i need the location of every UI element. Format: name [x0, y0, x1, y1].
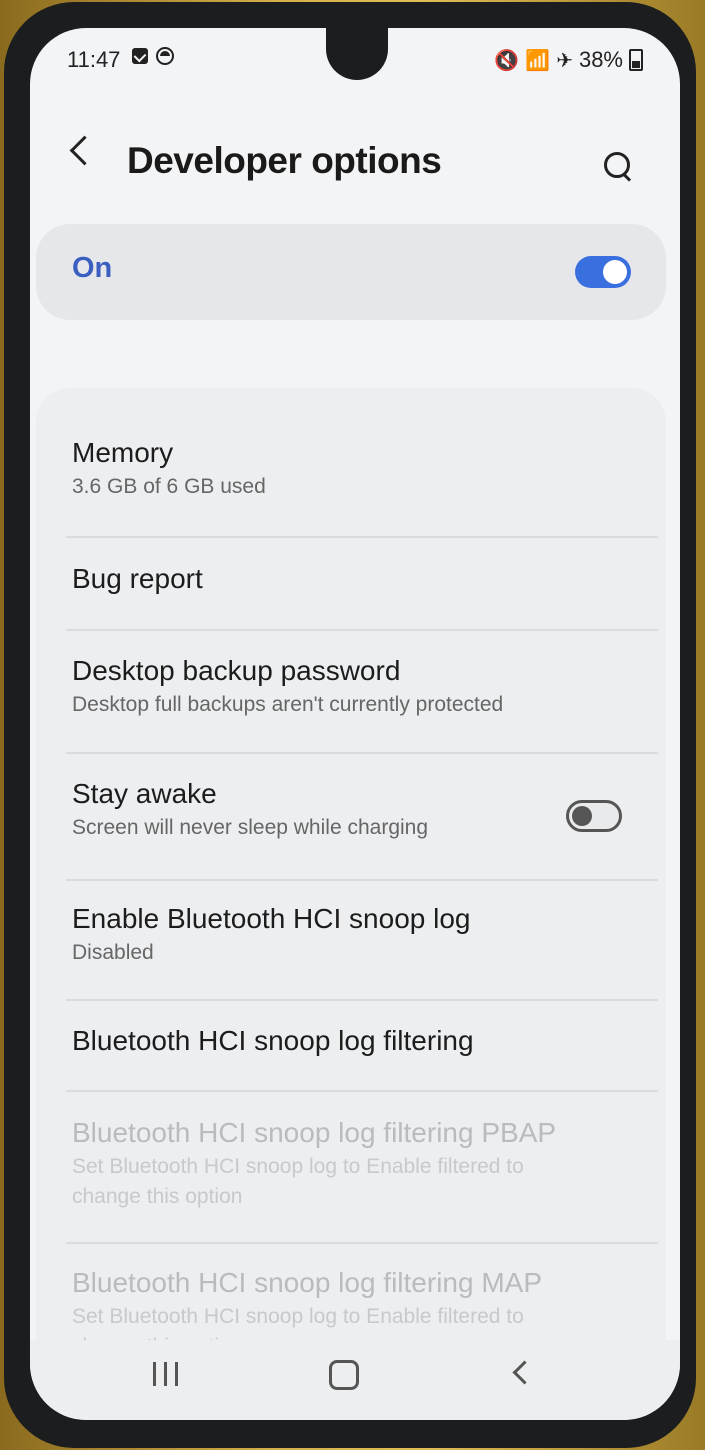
setting-title: Enable Bluetooth HCI snoop log — [72, 903, 471, 934]
stay-awake-toggle[interactable] — [566, 800, 622, 832]
notification-check-icon — [132, 48, 148, 64]
setting-title: Desktop backup password — [72, 655, 401, 686]
status-icons-right: 🔇 📶 ✈ 38% — [494, 47, 643, 73]
setting-bug-report[interactable]: Bug report — [72, 562, 656, 596]
setting-subtitle-line1: Set Bluetooth HCI snoop log to Enable fi… — [72, 1155, 524, 1178]
mute-icon: 🔇 — [494, 49, 520, 72]
divider — [66, 1090, 658, 1092]
setting-subtitle: 3.6 GB of 6 GB used — [72, 475, 266, 498]
setting-subtitle-line1: Set Bluetooth HCI snoop log to Enable fi… — [72, 1305, 524, 1328]
circle-notification-icon — [156, 47, 174, 65]
divider — [66, 629, 658, 631]
setting-title: Bug report — [72, 563, 203, 594]
status-time: 11:47 — [67, 47, 121, 72]
master-switch-label: On — [72, 252, 113, 284]
wifi-icon: 📶 — [525, 49, 551, 72]
recent-apps-icon[interactable] — [153, 1362, 178, 1386]
setting-desktop-backup-password[interactable]: Desktop backup password Desktop full bac… — [72, 654, 656, 720]
setting-subtitle: Disabled — [72, 941, 154, 964]
divider — [66, 752, 658, 754]
home-icon[interactable] — [329, 1360, 359, 1390]
setting-title: Bluetooth HCI snoop log filtering MAP — [72, 1267, 543, 1298]
status-icons-left — [132, 47, 174, 65]
divider — [66, 879, 658, 881]
setting-title: Memory — [72, 437, 174, 468]
battery-icon — [629, 49, 643, 71]
navigation-bar — [30, 1340, 680, 1420]
page-title: Developer options — [127, 140, 442, 181]
airplane-icon: ✈ — [556, 49, 573, 72]
setting-bluetooth-hci-snoop-log-filtering[interactable]: Bluetooth HCI snoop log filtering — [72, 1024, 656, 1058]
setting-title: Bluetooth HCI snoop log filtering — [72, 1025, 474, 1056]
setting-bluetooth-hci-snoop-log-filtering-pbap: Bluetooth HCI snoop log filtering PBAP S… — [72, 1116, 656, 1212]
back-icon[interactable] — [512, 1360, 537, 1385]
phone-frame: 11:47 🔇 📶 ✈ 38% Developer options On Mem… — [4, 2, 696, 1448]
search-icon[interactable] — [604, 152, 636, 184]
divider — [66, 536, 658, 538]
divider — [66, 1242, 658, 1244]
divider — [66, 999, 658, 1001]
phone-screen: 11:47 🔇 📶 ✈ 38% Developer options On Mem… — [30, 28, 680, 1420]
back-chevron-icon[interactable] — [69, 135, 100, 166]
setting-title: Bluetooth HCI snoop log filtering PBAP — [72, 1117, 557, 1148]
setting-subtitle-line2: change this option — [72, 1185, 243, 1208]
settings-list: Memory 3.6 GB of 6 GB used Bug report De… — [36, 388, 666, 1388]
setting-memory[interactable]: Memory 3.6 GB of 6 GB used — [72, 436, 656, 502]
camera-notch — [326, 28, 388, 80]
setting-subtitle: Desktop full backups aren't currently pr… — [72, 693, 504, 716]
master-switch-toggle[interactable] — [575, 256, 631, 288]
battery-percent: 38% — [578, 47, 623, 72]
setting-enable-bluetooth-hci-snoop-log[interactable]: Enable Bluetooth HCI snoop log Disabled — [72, 902, 656, 968]
master-switch-card[interactable]: On — [36, 224, 666, 320]
